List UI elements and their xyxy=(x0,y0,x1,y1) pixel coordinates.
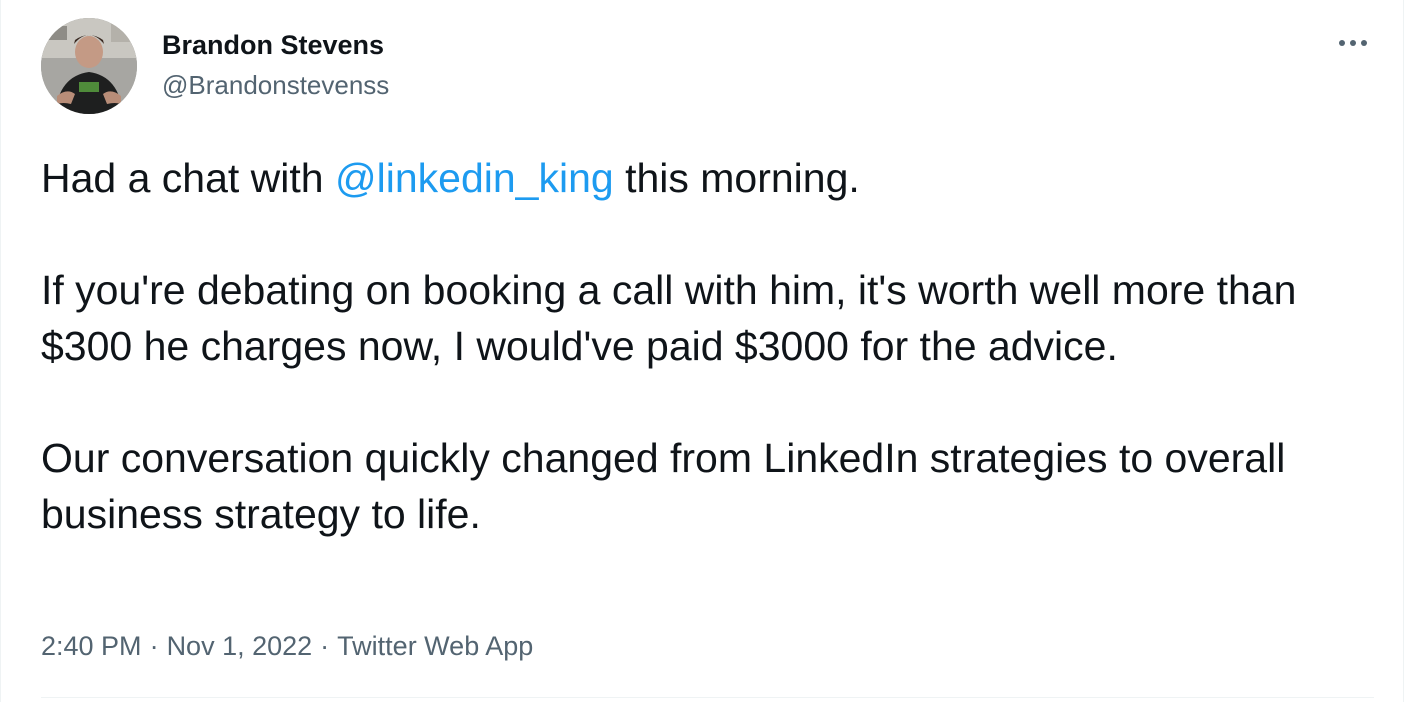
tweet-paragraph-2: If you're debating on booking a call wit… xyxy=(41,267,1297,369)
tweet-paragraph-1: Had a chat with @linkedin_king this morn… xyxy=(41,150,1381,206)
meta-separator: · xyxy=(320,631,330,661)
author-handle[interactable]: @Brandonstevenss xyxy=(162,68,389,102)
profile-photo-icon xyxy=(41,18,137,114)
tweet-text: Had a chat with @linkedin_king this morn… xyxy=(41,150,1381,542)
author-display-name[interactable]: Brandon Stevens xyxy=(162,28,389,62)
tweet-text-after-mention: this morning. xyxy=(613,155,860,201)
avatar[interactable] xyxy=(41,18,137,114)
divider xyxy=(41,697,1374,698)
tweet-time-link[interactable]: 2:40 PM xyxy=(41,631,142,661)
more-options-button[interactable] xyxy=(1331,28,1375,58)
tweet-text-before-mention: Had a chat with xyxy=(41,155,335,201)
tweet-meta: 2:40 PM · Nov 1, 2022 · Twitter Web App xyxy=(41,628,533,664)
tweet-source-link[interactable]: Twitter Web App xyxy=(337,631,533,661)
meta-separator: · xyxy=(149,631,159,661)
more-horizontal-icon xyxy=(1339,40,1367,46)
tweet-paragraph-3: Our conversation quickly changed from Li… xyxy=(41,435,1286,537)
tweet-card: Brandon Stevens @Brandonstevenss Had a c… xyxy=(0,0,1404,702)
tweet-date-link[interactable]: Nov 1, 2022 xyxy=(167,631,313,661)
mention-link[interactable]: @linkedin_king xyxy=(335,155,614,201)
author-block: Brandon Stevens @Brandonstevenss xyxy=(162,28,389,102)
